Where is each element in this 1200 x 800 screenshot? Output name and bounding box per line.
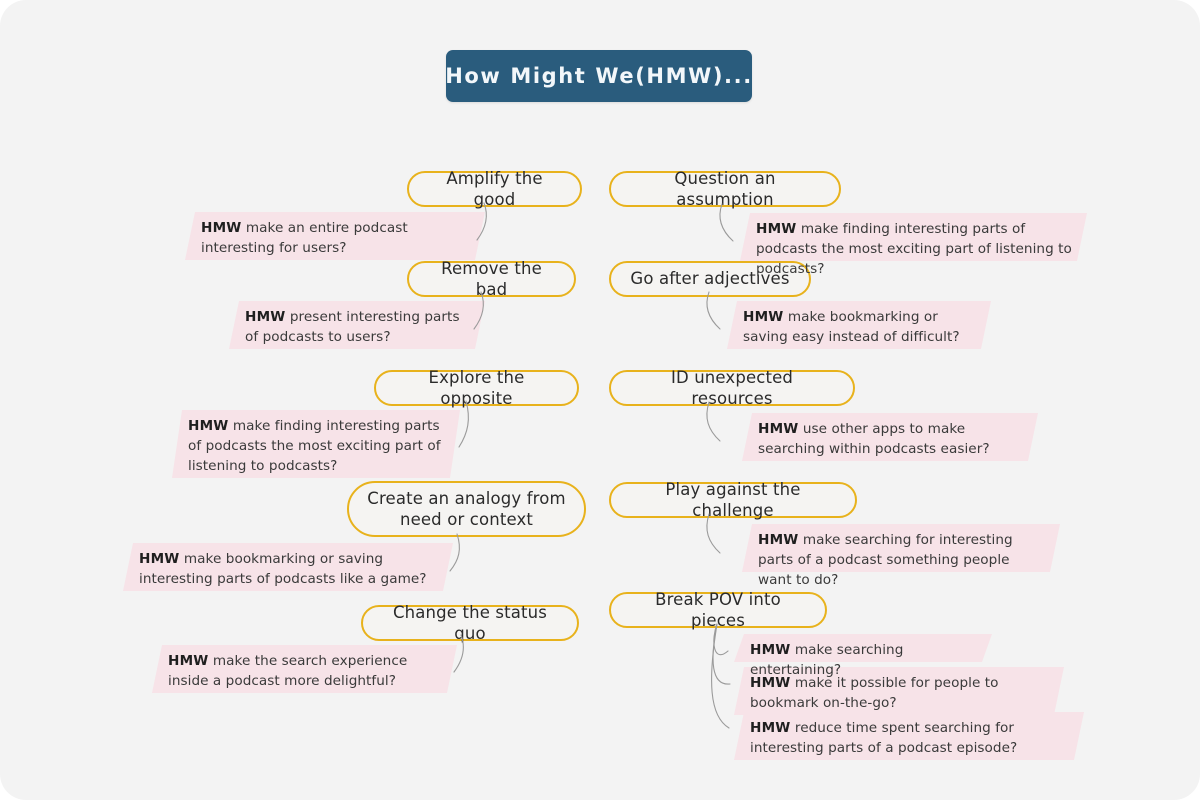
note-text: HMW present interesting parts of podcast…: [229, 301, 485, 355]
hmw-prefix: HMW: [168, 653, 209, 669]
connector-break-pov-3: [711, 623, 730, 729]
branch-pill-change-the-status-quo[interactable]: Change the status quo: [361, 602, 579, 643]
hmw-prefix: HMW: [750, 720, 791, 736]
hmw-note-change-the-status-quo[interactable]: HMW make the search experience inside a …: [152, 645, 457, 693]
branch-label: Explore the opposite: [428, 367, 525, 408]
hmw-prefix: HMW: [201, 220, 242, 236]
page-title: How Might We(HMW)...: [445, 64, 753, 88]
branch-label: Play against the challenge: [665, 479, 801, 520]
branch-label: Create an analogy from need or context: [367, 488, 566, 529]
hmw-prefix: HMW: [188, 418, 229, 434]
note-text: HMW reduce time spent searching for inte…: [734, 712, 1084, 766]
branch-pill-play-against-the-challenge[interactable]: Play against the challenge: [609, 479, 857, 520]
hmw-note-remove-the-bad[interactable]: HMW present interesting parts of podcast…: [229, 301, 485, 349]
hmw-note-break-pov-3[interactable]: HMW reduce time spent searching for inte…: [734, 712, 1084, 760]
connector-go-after-adjectives: [706, 291, 721, 330]
note-text: HMW make searching for interesting parts…: [742, 524, 1060, 598]
note-text: HMW make bookmarking or saving easy inst…: [727, 301, 991, 355]
note-text: HMW make bookmarking or saving interesti…: [123, 543, 453, 597]
hmw-note-break-pov-2[interactable]: HMW make it possible for people to bookm…: [734, 667, 1064, 715]
hmw-note-id-unexpected-resources[interactable]: HMW use other apps to make searching wit…: [742, 413, 1038, 461]
hmw-prefix: HMW: [750, 675, 791, 691]
note-text: HMW make finding interesting parts of po…: [172, 410, 460, 484]
connector-break-pov-2: [712, 623, 731, 685]
hmw-note-create-an-analogy[interactable]: HMW make bookmarking or saving interesti…: [123, 543, 453, 591]
note-body: make bookmarking or saving interesting p…: [139, 551, 427, 587]
hmw-prefix: HMW: [743, 309, 784, 325]
note-text: HMW make the search experience inside a …: [152, 645, 457, 699]
branch-label: ID unexpected resources: [670, 367, 794, 408]
branch-pill-id-unexpected-resources[interactable]: ID unexpected resources: [609, 367, 855, 408]
branch-label: Change the status quo: [393, 602, 547, 643]
note-body: reduce time spent searching for interest…: [750, 720, 1018, 756]
page-title-card: How Might We(HMW)...: [445, 50, 753, 102]
note-text: HMW use other apps to make searching wit…: [742, 413, 1038, 467]
branch-pill-amplify-the-good[interactable]: Amplify the good: [407, 168, 582, 209]
note-body: make finding interesting parts of podcas…: [756, 221, 1072, 277]
branch-label: Question an assumption: [674, 168, 776, 209]
hmw-prefix: HMW: [756, 221, 797, 237]
branch-pill-explore-the-opposite[interactable]: Explore the opposite: [374, 367, 579, 408]
hmw-note-go-after-adjectives[interactable]: HMW make bookmarking or saving easy inst…: [727, 301, 991, 349]
note-text: HMW make an entire podcast interesting f…: [185, 212, 485, 266]
hmw-note-amplify-the-good[interactable]: HMW make an entire podcast interesting f…: [185, 212, 485, 260]
hmw-prefix: HMW: [758, 532, 799, 548]
branch-pill-question-an-assumption[interactable]: Question an assumption: [609, 168, 841, 209]
hmw-prefix: HMW: [758, 421, 799, 437]
hmw-prefix: HMW: [139, 551, 180, 567]
hmw-prefix: HMW: [245, 309, 286, 325]
branch-pill-create-an-analogy[interactable]: Create an analogy from need or context: [347, 481, 586, 537]
branch-label: Amplify the good: [446, 168, 543, 209]
hmw-note-play-against-the-challenge[interactable]: HMW make searching for interesting parts…: [742, 524, 1060, 588]
note-text: HMW make finding interesting parts of po…: [740, 213, 1087, 287]
mindmap-canvas: How Might We(HMW)... Amplify the good HM…: [0, 0, 1200, 800]
hmw-note-question-an-assumption[interactable]: HMW make finding interesting parts of po…: [740, 213, 1087, 277]
hmw-note-explore-the-opposite[interactable]: HMW make finding interesting parts of po…: [172, 410, 460, 478]
hmw-prefix: HMW: [750, 642, 791, 658]
branch-pill-remove-the-bad[interactable]: Remove the bad: [407, 259, 576, 299]
hmw-note-break-pov-1[interactable]: HMW make searching entertaining?: [734, 634, 992, 678]
